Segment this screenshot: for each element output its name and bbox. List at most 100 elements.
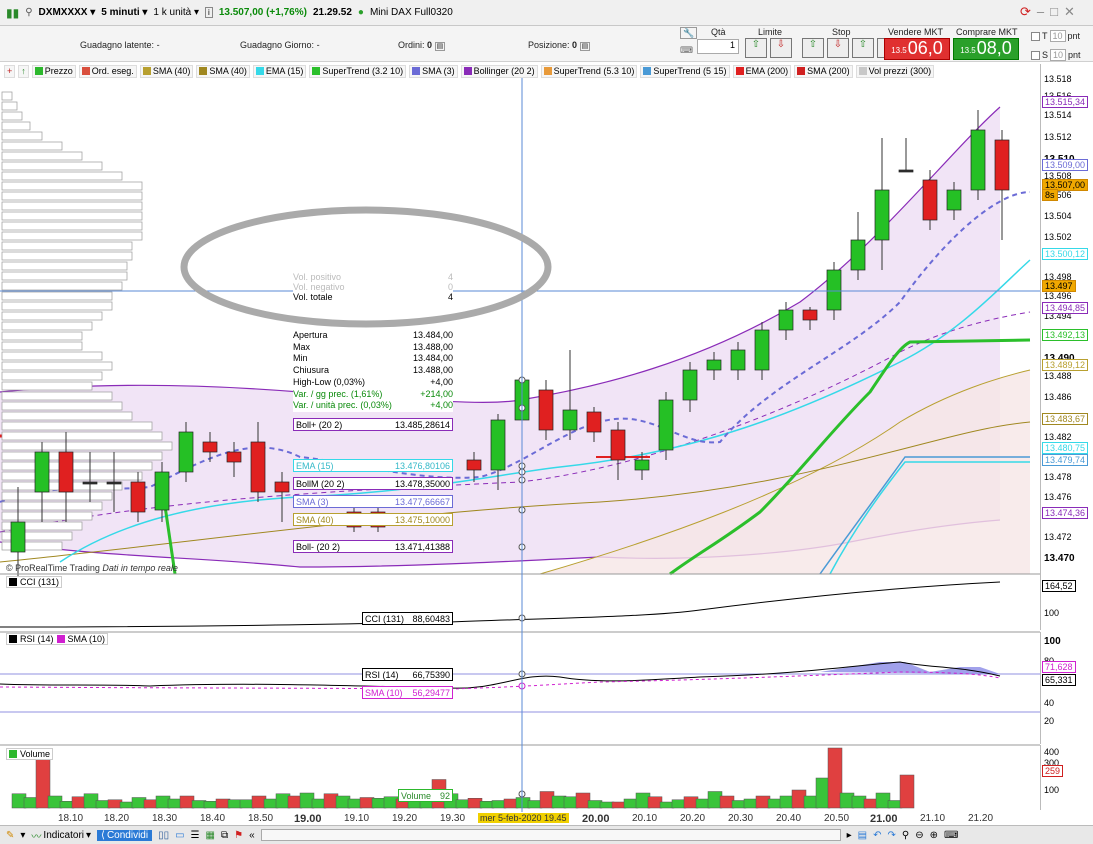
units-selector[interactable]: 1 k unità ▾ [153,7,199,18]
timeframe-selector[interactable]: 5 minuti ▾ [101,7,147,18]
keyboard-icon[interactable]: ⌨ [944,830,958,841]
layout-icon[interactable]: ▯▯ [158,830,169,841]
candle-body [802,309,818,321]
redo-icon[interactable]: ↷ [888,830,896,841]
candle-body [250,441,266,493]
zoom-out-icon[interactable]: ⊖ [915,830,923,841]
volume-header[interactable]: Volume [6,748,54,760]
stop-sell-button[interactable]: ⇩ [827,38,849,58]
legend-add-icon[interactable]: + [4,64,16,78]
cci-header[interactable]: CCI (131) [6,576,63,588]
volume-profile-bar [1,231,143,241]
qty-input[interactable]: 1 [697,39,739,54]
indicators-label: Indicatori [43,829,84,841]
price-tag: 13.479,74 [1042,454,1089,466]
target-input[interactable]: 10 [1049,30,1066,42]
list-icon[interactable]: ☰ [191,830,200,841]
stop-checkbox[interactable] [1031,50,1040,60]
chart-icon[interactable]: ▮▮ [6,6,19,20]
legend-label: SuperTrend (3.2 10) [322,66,404,76]
wrench-icon[interactable]: 🔧 [680,27,698,39]
chart-canvas[interactable] [0,62,1093,825]
legend-item[interactable]: SuperTrend (5 15) [640,64,730,78]
volume-profile-bar [1,161,103,171]
legend-item[interactable]: Bollinger (20 2) [460,64,538,78]
price-tick: 13.486 [1044,392,1072,402]
close-icon[interactable]: ✕ [1064,4,1075,20]
volume-profile-bar [1,191,143,201]
top-toolbar: ▮▮ ⚲ DXMXXXX ▾ 5 minuti ▾ 1 k unità ▾ i … [0,0,1093,26]
annotation-ellipse [180,206,552,328]
tt-label: Max [293,341,311,352]
cci-box: CCI (131) 88,60483 [362,612,453,625]
legend-item[interactable]: EMA (15) [252,64,307,78]
orders-icon[interactable]: ▤ [434,42,446,51]
export-icon[interactable]: ▤ [858,830,867,841]
ib-value: 88,60483 [412,613,450,624]
price-axis[interactable]: 13.51813.51613.51413.51213.51013.50813.5… [1040,64,1093,576]
legend-item[interactable]: SMA (3) [409,64,458,78]
cross-icon[interactable]: ⚲ [25,7,32,18]
pencil-icon[interactable]: ✎ [6,830,14,841]
bollm-box: BollM (20 2) 13.478,35000 [293,477,453,490]
stop-extra-button[interactable]: ⇧ [852,38,874,58]
legend-item[interactable]: Ord. eseg. [78,64,137,78]
sma3-box: SMA (3) 13.477,66667 [293,495,453,508]
ib-label: BollM (20 2) [296,478,345,489]
minimize-icon[interactable]: – [1037,4,1044,20]
indicators-button[interactable]: 〰 Indicatori ▾ [31,828,91,843]
legend-item[interactable]: SMA (40) [196,64,250,78]
dropdown-arrow-icon[interactable]: ▾ [20,830,25,841]
volume-tick: 100 [1044,785,1060,795]
volume-profile-bar [1,311,103,321]
legend-item[interactable]: Prezzo [31,64,76,78]
symbol-selector[interactable]: DXMXXXX ▾ [39,7,96,18]
position: Posizione: 0 ▤ [528,40,591,51]
legend-item[interactable]: SMA (40) [139,64,194,78]
scrollbar[interactable] [260,829,841,841]
position-icon[interactable]: ▤ [579,42,591,51]
limit-buy-button[interactable]: ⇧ [745,38,767,58]
ib-label: EMA (15) [296,460,334,471]
keyboard-icon[interactable]: ⌨ [680,45,693,56]
share-button[interactable]: ⟨ Condividi [97,829,153,841]
target-checkbox[interactable] [1031,31,1040,41]
tt-label: High-Low (0,03%) [293,376,366,387]
copy-icon[interactable]: ⧉ [221,830,228,841]
legend-expand-icon[interactable]: ↑ [18,64,29,78]
volume-profile-bar [1,101,18,111]
legend-item[interactable]: SuperTrend (3.2 10) [309,64,407,78]
comment-icon[interactable]: ▭ [175,830,184,841]
info-icon[interactable]: i [205,7,213,18]
scroll-left-icon[interactable]: « [249,830,255,841]
legend-item[interactable]: EMA (200) [732,64,792,78]
maximize-icon[interactable]: □ [1050,4,1058,20]
candle-body [154,471,170,511]
candle-body [946,189,962,211]
candle-body [490,419,506,471]
alert-icon[interactable]: ⚑ [234,830,243,841]
rsi-header[interactable]: RSI (14) SMA (10) [6,633,109,645]
limit-sell-button[interactable]: ⇩ [770,38,792,58]
sync-icon[interactable]: ⟳ [1020,4,1031,20]
stop-row: S 10 pnt [1031,49,1081,61]
volume-tooltip: Vol. positivo 4 Vol. negativo 0 Vol. total… [293,272,453,302]
price-tag: 8s [1042,189,1058,201]
zoom-fit-icon[interactable]: ⚲ [902,830,909,841]
stop-loss-input[interactable]: 10 [1050,49,1067,61]
price-tag: 13.515,34 [1042,96,1089,108]
rsi-box: RSI (14) 66,75390 [362,668,453,681]
tt-value: +214,00 [420,388,453,399]
stop-buy-button[interactable]: ⇧ [802,38,824,58]
latent-gain-value: - [156,40,160,50]
legend-item[interactable]: SuperTrend (5.3 10) [540,64,638,78]
undo-icon[interactable]: ↶ [873,830,881,841]
legend-item[interactable]: Vol prezzi (300) [855,64,935,78]
grid-icon[interactable]: ▦ [206,830,215,841]
sell-market-button[interactable]: 13.5 06,0 [884,38,950,60]
bollminus-box: Boll- (20 2) 13.471,41388 [293,540,453,553]
scroll-right-icon[interactable]: ▸ [847,830,852,841]
zoom-in-icon[interactable]: ⊕ [930,830,938,841]
legend-item[interactable]: SMA (200) [794,64,853,78]
buy-market-button[interactable]: 13.5 08,0 [953,38,1019,60]
